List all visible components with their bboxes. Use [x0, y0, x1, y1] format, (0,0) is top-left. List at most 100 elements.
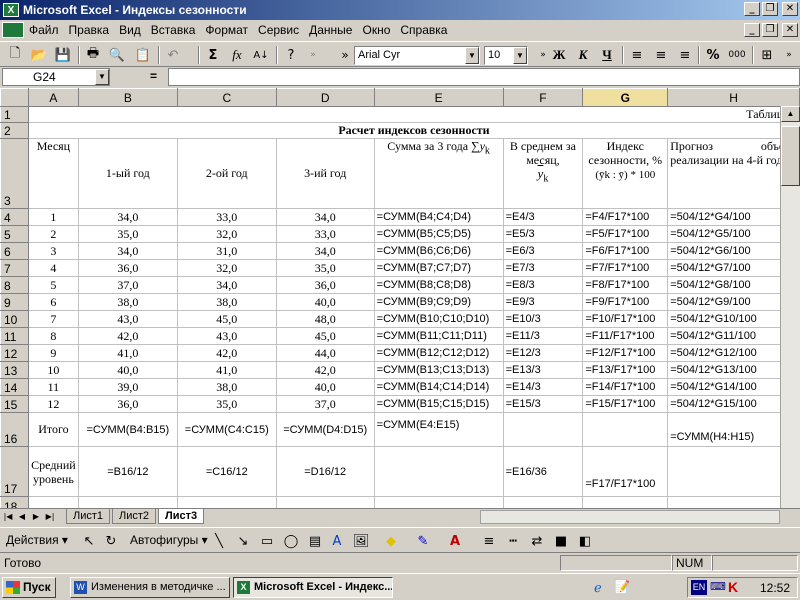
row-header[interactable]: 11 [0, 327, 29, 345]
sum-cell[interactable]: =СУММ(B10;C10;D10) [373, 310, 504, 328]
year1-cell[interactable]: 37,0 [77, 276, 178, 294]
3d-icon[interactable]: ◧ [574, 531, 596, 551]
menu-window[interactable]: Окно [357, 23, 395, 37]
sum-cell[interactable]: =СУММ(B7;C7;D7) [373, 259, 504, 277]
avg-label[interactable]: Средний уровень [27, 446, 79, 497]
month-cell[interactable]: 4 [27, 259, 79, 277]
tab-sheet1[interactable]: Лист1 [66, 509, 111, 524]
borders-icon[interactable]: ⊞ [756, 45, 778, 65]
index-cell[interactable]: =F11/F17*100 [582, 327, 669, 345]
avg-c[interactable]: =C16/12 [176, 446, 277, 497]
excel-app-icon[interactable]: X [3, 3, 19, 17]
avg-cell[interactable]: =E4/3 [502, 208, 584, 226]
save-icon[interactable]: 💾 [52, 45, 74, 65]
table-label[interactable]: Таблица 2 [27, 106, 800, 123]
year3-cell[interactable]: 36,0 [275, 276, 375, 294]
task-word[interactable]: W Изменения в методичке ... [70, 577, 230, 598]
year1-cell[interactable]: 36,0 [77, 259, 178, 277]
row-header[interactable]: 6 [0, 242, 29, 260]
total-c[interactable]: =СУММ(C4:C15) [176, 412, 277, 447]
year3-cell[interactable]: 45,0 [275, 327, 375, 345]
italic-button[interactable]: К [572, 45, 594, 65]
scroll-thumb[interactable] [781, 126, 800, 186]
month-cell[interactable]: 8 [27, 327, 79, 345]
help-icon[interactable]: ? [280, 45, 302, 65]
month-cell[interactable]: 7 [27, 310, 79, 328]
year1-cell[interactable]: 39,0 [77, 378, 178, 396]
year3-cell[interactable]: 40,0 [275, 378, 375, 396]
paste-icon[interactable]: 📋 [132, 45, 154, 65]
actions-menu[interactable]: Действия ▾ [6, 533, 68, 547]
kaspersky-icon[interactable]: K [728, 579, 738, 595]
textbox-icon[interactable]: ▤ [304, 531, 326, 551]
fill-color-icon[interactable]: ◆ [380, 531, 402, 551]
month-cell[interactable]: 10 [27, 361, 79, 379]
cell[interactable] [275, 496, 375, 508]
spreadsheet-grid[interactable]: A B C D E F G H 1 Таблица 2 2 Расчет инд… [0, 88, 800, 508]
avg-cell[interactable]: =E11/3 [502, 327, 584, 345]
select-pointer-icon[interactable]: ↖ [78, 531, 100, 551]
function-icon[interactable]: fx [226, 45, 248, 65]
year3-cell[interactable]: 40,0 [275, 293, 375, 311]
minimize-button[interactable]: _ [744, 2, 760, 16]
year2-cell[interactable]: 43,0 [176, 327, 277, 345]
oval-icon[interactable]: ◯ [280, 531, 302, 551]
row-header[interactable]: 5 [0, 225, 29, 243]
toolbar-more-icon[interactable]: » [778, 45, 800, 65]
row-header[interactable]: 4 [0, 208, 29, 226]
year1-cell[interactable]: 41,0 [77, 344, 178, 362]
scroll-up-icon[interactable]: ▲ [781, 106, 800, 122]
row-header-1[interactable]: 1 [0, 106, 29, 123]
year2-cell[interactable]: 42,0 [176, 344, 277, 362]
menu-file[interactable]: Файл [24, 23, 64, 37]
doc-minimize-button[interactable]: _ [744, 23, 760, 37]
menu-view[interactable]: Вид [114, 23, 146, 37]
chevron-down-icon[interactable]: ▼ [95, 69, 109, 85]
avg-cell[interactable]: =E8/3 [502, 276, 584, 294]
line-style-icon[interactable]: ≡ [478, 531, 500, 551]
avg-f[interactable]: =E16/36 [502, 446, 584, 497]
arrow-icon[interactable]: ↘ [232, 531, 254, 551]
month-cell[interactable]: 6 [27, 293, 79, 311]
line-icon[interactable]: ╲ [208, 531, 230, 551]
font-color-icon[interactable]: A [444, 531, 466, 551]
row-header[interactable]: 13 [0, 361, 29, 379]
row-header[interactable]: 14 [0, 378, 29, 396]
select-all-corner[interactable] [0, 88, 29, 107]
first-sheet-icon[interactable]: |◀ [2, 510, 14, 523]
header-avg[interactable]: В среднем за месяц, yk [502, 138, 584, 209]
sort-icon[interactable]: A↓ [250, 45, 272, 65]
autosum-icon[interactable]: Σ [202, 45, 224, 65]
doc-close-button[interactable]: ✕ [782, 23, 798, 37]
total-g[interactable] [582, 412, 669, 447]
sum-cell[interactable]: =СУММ(B9;C9;D9) [373, 293, 504, 311]
year2-cell[interactable]: 32,0 [176, 225, 277, 243]
line-color-icon[interactable]: ✎ [412, 531, 434, 551]
col-header-e[interactable]: E [373, 88, 504, 107]
arrow-style-icon[interactable]: ⇄ [526, 531, 548, 551]
avg-e[interactable] [373, 446, 504, 497]
language-indicator[interactable]: EN [691, 580, 707, 595]
index-cell[interactable]: =F5/F17*100 [582, 225, 669, 243]
col-header-c[interactable]: C [176, 88, 277, 107]
year1-cell[interactable]: 42,0 [77, 327, 178, 345]
percent-button[interactable]: % [702, 45, 724, 65]
undo-icon[interactable]: ↶ [162, 45, 184, 65]
restore-button[interactable]: ❐ [762, 2, 778, 16]
year2-cell[interactable]: 32,0 [176, 259, 277, 277]
sum-cell[interactable]: =СУММ(B8;C8;D8) [373, 276, 504, 294]
year2-cell[interactable]: 31,0 [176, 242, 277, 260]
chevron-down-icon[interactable]: ▼ [465, 47, 479, 64]
free-rotate-icon[interactable]: ↻ [100, 531, 122, 551]
avg-g[interactable]: =F17/F17*100 [582, 446, 669, 497]
index-cell[interactable]: =F14/F17*100 [582, 378, 669, 396]
align-center-icon[interactable]: ≡ [650, 45, 672, 65]
chevron-down-icon[interactable]: ▼ [513, 47, 527, 64]
sheet-title[interactable]: Расчет индексов сезонности [27, 122, 800, 139]
month-cell[interactable]: 5 [27, 276, 79, 294]
total-label[interactable]: Итого [27, 412, 79, 447]
last-sheet-icon[interactable]: ▶| [44, 510, 56, 523]
sum-cell[interactable]: =СУММ(B13;C13;D13) [373, 361, 504, 379]
row-header[interactable]: 8 [0, 276, 29, 294]
row-header-16[interactable]: 16 [0, 412, 29, 447]
